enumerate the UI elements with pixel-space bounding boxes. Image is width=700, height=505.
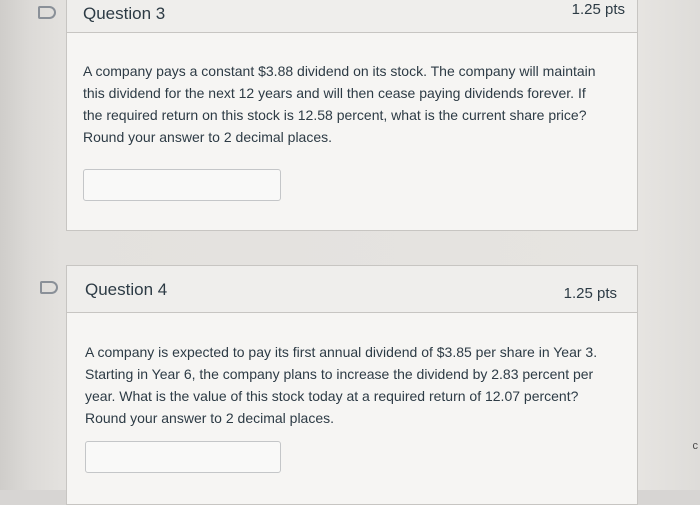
question-3-line: Round your answer to 2 decimal places. bbox=[83, 129, 333, 145]
question-4-line: Starting in Year 6, the company plans to… bbox=[85, 366, 594, 382]
question-3-line: this dividend for the next 12 years and … bbox=[83, 85, 586, 101]
question-4-card: Question 4 1.25 pts A company is expecte… bbox=[66, 265, 638, 505]
question-4-line: A company is expected to pay its first a… bbox=[85, 344, 598, 360]
question-4-title: Question 4 bbox=[85, 280, 168, 299]
question-3-points: 1.25 pts bbox=[571, 1, 625, 18]
question-3-answer-input[interactable] bbox=[83, 169, 281, 201]
flag-question-3-icon[interactable] bbox=[38, 6, 56, 19]
question-4-points: 1.25 pts bbox=[563, 285, 617, 302]
flag-question-4-icon[interactable] bbox=[40, 281, 58, 294]
question-4-header: Question 4 1.25 pts bbox=[67, 266, 637, 313]
question-3-card: Question 3 1.25 pts A company pays a con… bbox=[66, 0, 638, 231]
question-4-text: A company is expected to pay its first a… bbox=[85, 341, 615, 429]
question-4-answer-input[interactable] bbox=[85, 441, 281, 473]
question-3-header: Question 3 1.25 pts bbox=[67, 0, 637, 33]
edge-partial-text: c bbox=[692, 440, 699, 452]
question-3-line: the required return on this stock is 12.… bbox=[83, 107, 587, 123]
quiz-page: Question 3 1.25 pts A company pays a con… bbox=[0, 0, 700, 505]
question-3-title: Question 3 bbox=[83, 4, 166, 23]
question-3-text: A company pays a constant $3.88 dividend… bbox=[83, 60, 613, 148]
question-4-line: year. What is the value of this stock to… bbox=[85, 388, 579, 404]
question-3-line: A company pays a constant $3.88 dividend… bbox=[83, 63, 596, 79]
question-4-line: Round your answer to 2 decimal places. bbox=[85, 410, 335, 426]
